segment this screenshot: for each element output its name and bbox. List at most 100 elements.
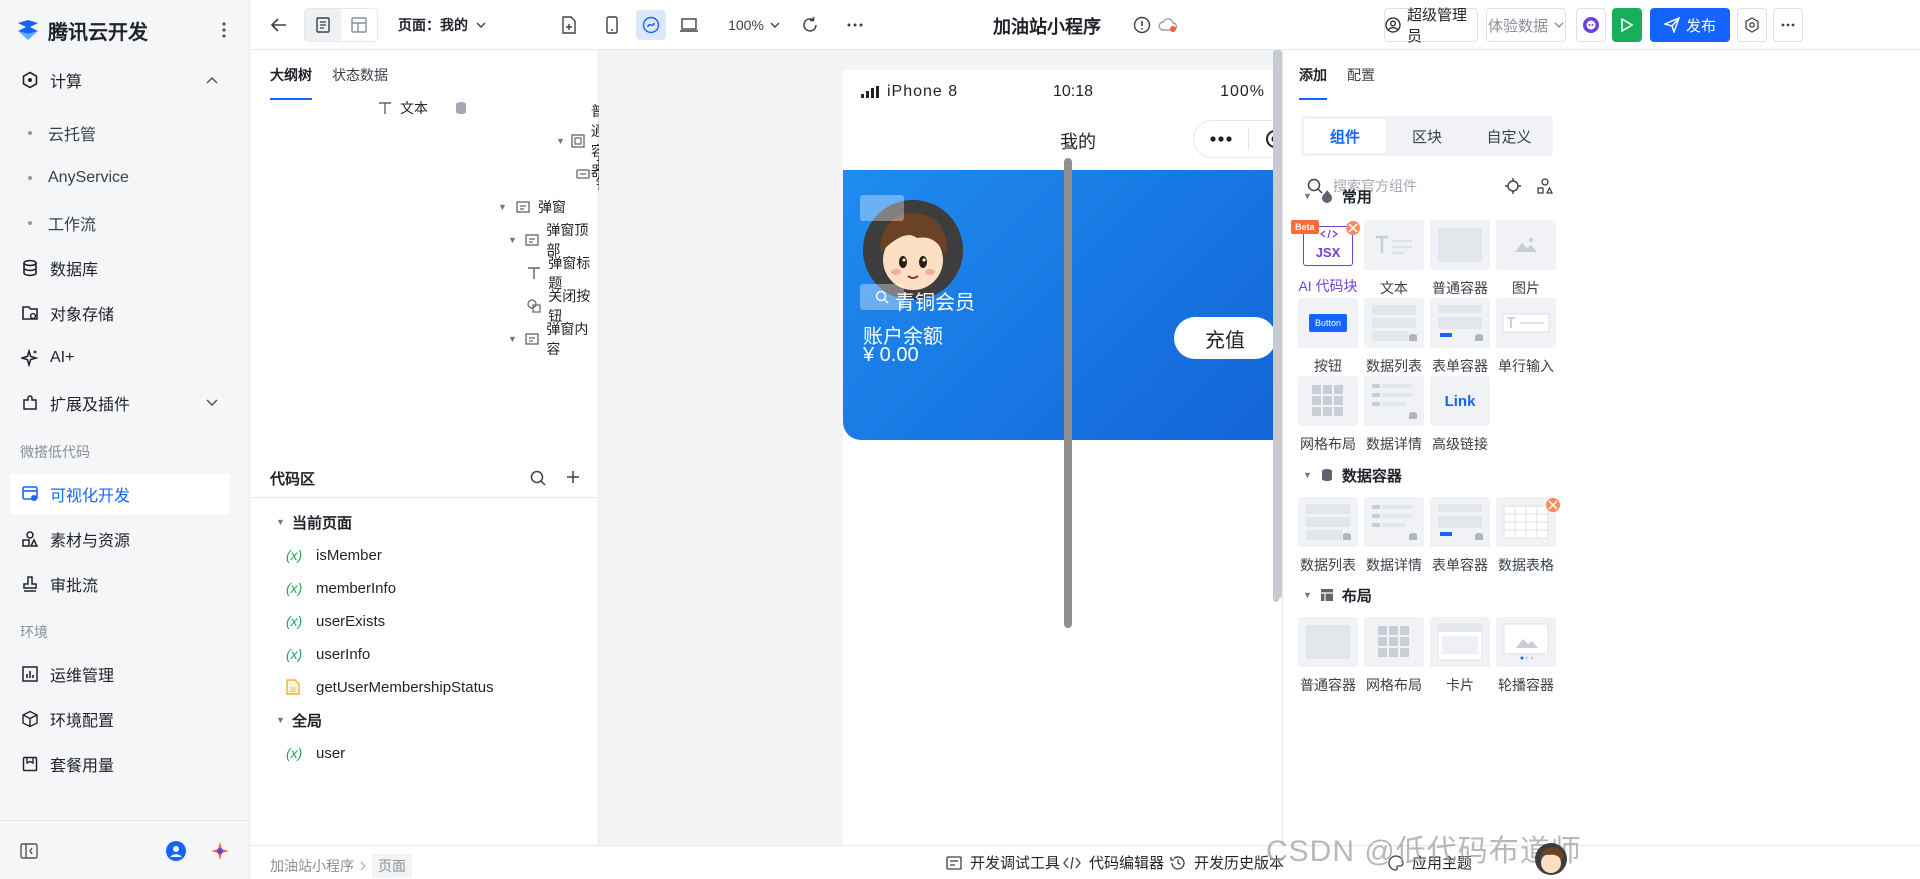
tab-outline-tree[interactable]: 大纲树 xyxy=(270,50,312,100)
locate-icon[interactable] xyxy=(1505,178,1521,194)
comp-card[interactable]: 卡片 xyxy=(1425,617,1495,697)
cloudbase-logo-icon xyxy=(18,20,38,40)
comp-input[interactable]: 单行输入 xyxy=(1491,298,1561,378)
phone-scrollbar-thumb[interactable] xyxy=(1064,158,1072,628)
admin-role-button[interactable]: 超级管理员 xyxy=(1384,7,1478,45)
mobile-device-icon[interactable] xyxy=(597,10,627,40)
segment-components[interactable]: 组件 xyxy=(1304,119,1386,153)
back-arrow-icon[interactable] xyxy=(264,10,294,40)
gear-icon xyxy=(1744,17,1760,33)
tree-node-button[interactable]: 按钮 xyxy=(576,154,599,194)
comp-grid-layout[interactable]: 网格布局 xyxy=(1293,376,1363,456)
tab-add[interactable]: 添加 xyxy=(1299,50,1327,100)
breadcrumb-page[interactable]: 页面 xyxy=(372,854,412,878)
comp-label: 图片 xyxy=(1512,280,1540,296)
code-group-label: 全局 xyxy=(292,712,323,730)
comp-carousel[interactable]: 轮播容器 xyxy=(1491,617,1561,697)
comp-layout-container[interactable]: 普通容器 xyxy=(1293,617,1363,697)
code-editor-button[interactable]: 代码编辑器 xyxy=(1063,852,1164,873)
phone-scrollbar[interactable] xyxy=(1061,140,1075,820)
breadcrumb-app[interactable]: 加油站小程序 xyxy=(270,856,354,876)
comp-text[interactable]: 文本 xyxy=(1359,220,1429,300)
comp-link[interactable]: Link 高级链接 xyxy=(1425,376,1495,456)
code-var-user[interactable]: (x) user xyxy=(286,733,345,773)
miniprogram-device-icon[interactable] xyxy=(636,10,666,40)
tree-node-label: 弹窗 xyxy=(538,199,566,215)
ai-assistant-icon[interactable] xyxy=(210,841,230,861)
refresh-icon[interactable] xyxy=(795,10,825,40)
nav-object-storage[interactable]: 对象存储 xyxy=(10,293,230,333)
publish-button[interactable]: 发布 xyxy=(1650,8,1730,42)
comp-button[interactable]: Button 按钮 xyxy=(1293,298,1363,378)
section-layout[interactable]: ▼ 布局 xyxy=(1303,583,1372,607)
floating-avatar-icon[interactable] xyxy=(1535,842,1567,876)
comp-data-list[interactable]: 数据列表 xyxy=(1359,298,1429,378)
tab-state-data[interactable]: 状态数据 xyxy=(332,50,388,100)
segment-blocks[interactable]: 区块 xyxy=(1386,119,1468,153)
bullet-icon xyxy=(28,176,32,180)
ai-copilot-button[interactable] xyxy=(1576,8,1606,42)
comp-label: 轮播容器 xyxy=(1498,677,1554,693)
comp-form-container-2[interactable]: 表单容器 xyxy=(1425,497,1495,577)
nav-cloud-hosting[interactable]: 云托管 xyxy=(28,115,96,151)
comp-container[interactable]: 普通容器 xyxy=(1425,220,1495,300)
page-selector[interactable]: 页面：我的 xyxy=(398,10,486,40)
brand[interactable]: 腾讯云开发 xyxy=(16,14,148,46)
nav-assets[interactable]: 素材与资源 xyxy=(10,519,230,559)
comp-data-table[interactable]: 数据表格 xyxy=(1491,497,1561,577)
capsule-more-icon[interactable] xyxy=(1194,121,1248,157)
nav-approval[interactable]: 审批流 xyxy=(10,564,230,604)
section-common[interactable]: ▼ 常用 xyxy=(1303,184,1372,208)
desktop-device-icon[interactable] xyxy=(674,10,704,40)
nav-extensions[interactable]: 扩展及插件 xyxy=(10,383,230,423)
page-view-icon[interactable] xyxy=(305,9,341,41)
add-page-icon[interactable] xyxy=(554,10,584,40)
data-mode-select[interactable]: 体验数据 xyxy=(1486,8,1566,42)
comp-label: 普通容器 xyxy=(1300,677,1356,693)
nav-anyservice[interactable]: AnyService xyxy=(28,160,129,196)
nav-ai-plus[interactable]: AI+ xyxy=(10,338,230,378)
right-scrollbar[interactable] xyxy=(1273,50,1279,602)
nav-database[interactable]: 数据库 xyxy=(10,248,230,288)
nav-workflow[interactable]: 工作流 xyxy=(28,205,96,241)
comp-layout-grid[interactable]: 网格布局 xyxy=(1359,617,1429,697)
comp-image[interactable]: 图片 xyxy=(1491,220,1561,300)
text-thumb xyxy=(1364,220,1424,270)
settings-button[interactable] xyxy=(1737,8,1767,42)
comp-data-detail-2[interactable]: 数据详情 xyxy=(1359,497,1429,577)
more-vertical-icon[interactable] xyxy=(216,18,232,42)
nav-visual-dev[interactable]: 可视化开发 xyxy=(10,474,230,514)
devtools-button[interactable]: 开发调试工具 xyxy=(946,852,1060,873)
comp-form-container[interactable]: 表单容器 xyxy=(1425,298,1495,378)
preview-button[interactable] xyxy=(1612,8,1642,42)
comp-data-list-2[interactable]: 数据列表 xyxy=(1293,497,1363,577)
tree-node-text[interactable]: 文本 xyxy=(376,101,466,128)
tab-config[interactable]: 配置 xyxy=(1347,50,1375,100)
layout-view-icon[interactable] xyxy=(341,9,377,41)
code-area-title: 代码区 xyxy=(270,470,316,488)
nav-ops[interactable]: 运维管理 xyxy=(10,654,230,694)
search-icon[interactable] xyxy=(530,470,546,486)
nav-env-config[interactable]: 环境配置 xyxy=(10,699,230,739)
user-avatar-icon[interactable] xyxy=(166,841,186,861)
cloud-sync-icon[interactable] xyxy=(1153,10,1183,40)
comp-data-detail[interactable]: 数据详情 xyxy=(1359,376,1429,456)
nav-compute[interactable]: 计算 xyxy=(10,60,230,100)
outline-tree: 文本 ▼ 普通容器 按钮 ▼ 弹窗 ▼ 弹窗顶部 xyxy=(250,101,599,498)
collapse-sidebar-icon[interactable] xyxy=(20,843,38,859)
view-switch xyxy=(304,8,378,42)
comp-ai-code-block[interactable]: JSX Beta AI 代码块 xyxy=(1291,220,1363,300)
tree-node-modal-content[interactable]: ▼ 弹窗内容 xyxy=(508,319,599,359)
component-tree-icon[interactable] xyxy=(1537,178,1553,194)
zoom-select[interactable]: 100% xyxy=(724,10,784,40)
nav-package-usage[interactable]: 套餐用量 xyxy=(10,744,230,784)
carousel-thumb xyxy=(1496,617,1556,667)
variable-icon: (x) xyxy=(286,580,303,596)
section-data-container[interactable]: ▼ 数据容器 xyxy=(1303,463,1402,487)
more-options-button[interactable] xyxy=(1773,8,1803,42)
scroll-up-icon[interactable] xyxy=(1063,143,1073,149)
segment-custom[interactable]: 自定义 xyxy=(1468,119,1550,153)
more-horizontal-icon[interactable] xyxy=(840,10,870,40)
recharge-button[interactable]: 充值 xyxy=(1174,317,1276,359)
plus-icon[interactable] xyxy=(566,470,580,486)
